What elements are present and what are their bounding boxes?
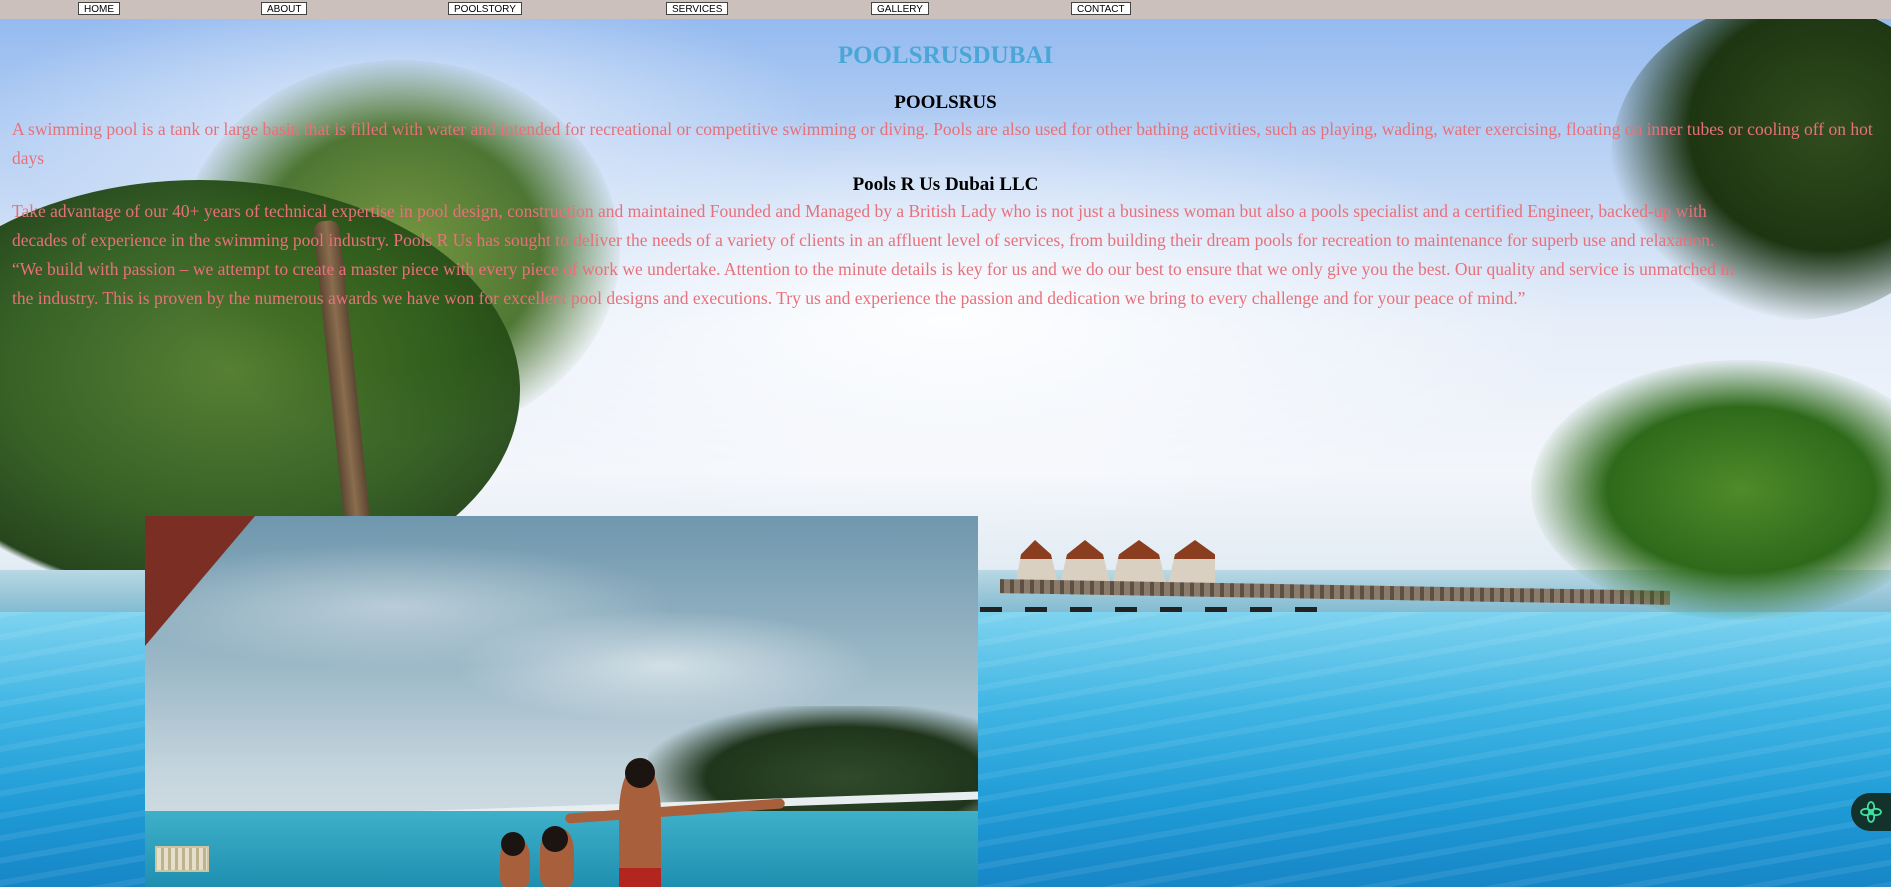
nav-about-button[interactable]: ABOUT xyxy=(261,2,308,15)
inset-bench xyxy=(155,846,209,872)
nav-services-button[interactable]: SERVICES xyxy=(666,2,729,15)
nav-home-button[interactable]: HOME xyxy=(78,2,120,15)
child-shorts xyxy=(619,868,661,887)
nav-poolstory-button[interactable]: POOLSTORY xyxy=(448,2,522,15)
company-text-line-1: Take advantage of our 40+ years of techn… xyxy=(12,201,1707,221)
poolsrus-heading: POOLSRUS xyxy=(894,92,997,113)
company-text-line-2: decades of experience in the swimming po… xyxy=(12,230,1715,250)
company-heading: Pools R Us Dubai LLC xyxy=(852,174,1039,195)
chat-widget-button[interactable] xyxy=(1851,793,1891,831)
chatbot-flower-icon xyxy=(1860,801,1882,823)
company-text-line-4: the industry. This is proven by the nume… xyxy=(12,288,1526,308)
child-head xyxy=(501,832,525,856)
main-content: POOLSRUSDUBAI POOLSRUS A swimming pool i… xyxy=(0,19,1891,313)
child-head xyxy=(625,758,655,788)
nav-gallery-button[interactable]: GALLERY xyxy=(871,2,929,15)
top-nav-bar: HOME ABOUT POOLSTORY SERVICES GALLERY CO… xyxy=(0,0,1891,19)
child-head xyxy=(542,826,568,852)
kids-pool-photo xyxy=(145,516,978,887)
company-text-line-3: “We build with passion – we attempt to c… xyxy=(12,259,1734,279)
nav-contact-button[interactable]: CONTACT xyxy=(1071,2,1131,15)
site-title: POOLSRUSDUBAI xyxy=(837,42,1054,69)
poolsrus-description: A swimming pool is a tank or large basin… xyxy=(12,119,1873,168)
